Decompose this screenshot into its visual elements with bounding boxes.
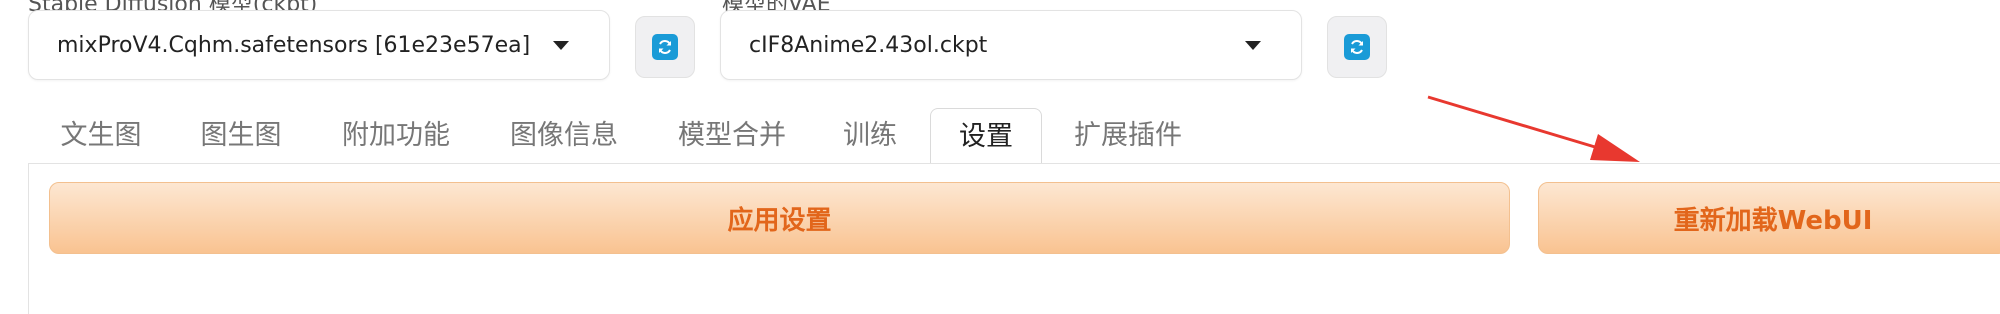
annotation-arrow <box>1427 95 1640 162</box>
